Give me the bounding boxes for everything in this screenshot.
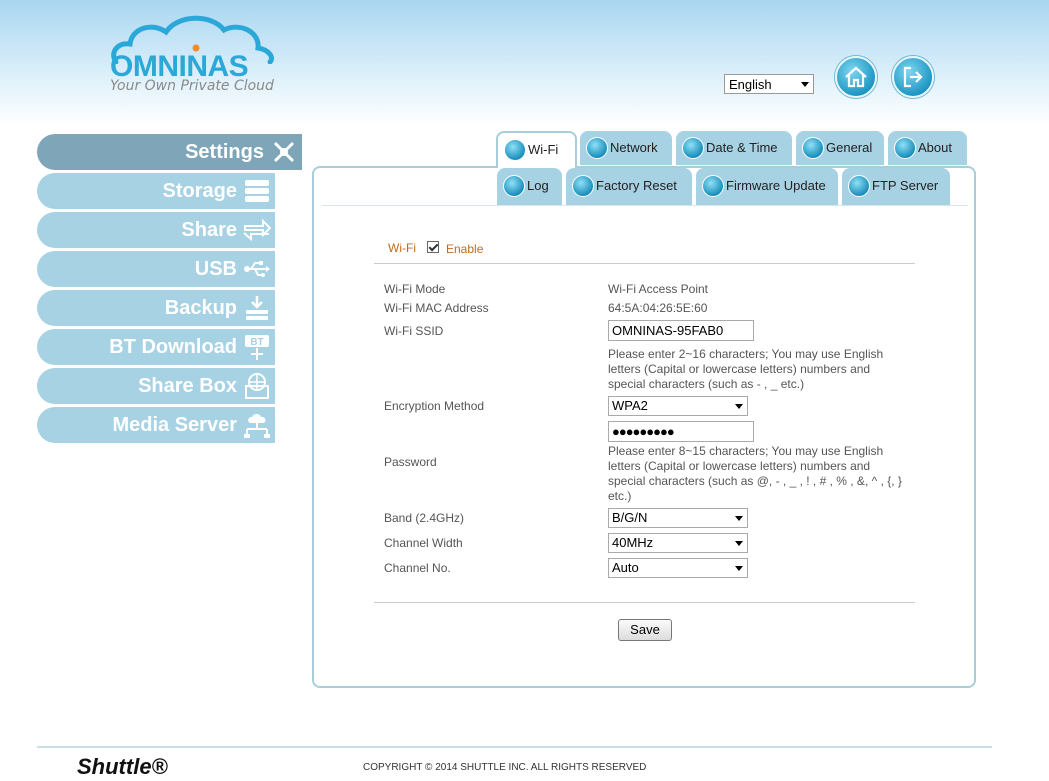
info-icon [894, 137, 916, 159]
usb-icon [244, 261, 270, 277]
tab-divider [322, 205, 968, 206]
share-box-icon [245, 373, 269, 399]
sidebar-item-label: BT Download [109, 336, 237, 358]
ssid-hint: Please enter 2~16 characters; You may us… [608, 347, 884, 391]
tab-label: Log [527, 178, 549, 193]
ftp-icon [848, 175, 870, 197]
wifi-mac-value: 64:5A:04:26:5E:60 [608, 301, 708, 315]
logout-button[interactable] [892, 56, 934, 98]
copyright-text: COPYRIGHT © 2014 SHUTTLE INC. ALL RIGHTS… [363, 762, 647, 773]
logout-icon [903, 66, 923, 88]
tab-ftp-server[interactable]: FTP Server [842, 168, 950, 205]
channel-no-label: Channel No. [384, 561, 451, 575]
channel-no-select[interactable]: Auto [608, 558, 748, 578]
wifi-mode-value: Wi-Fi Access Point [608, 282, 709, 296]
tab-label: FTP Server [872, 178, 939, 193]
brand-tagline: Your Own Private Cloud [110, 78, 274, 94]
tab-about[interactable]: About [888, 131, 967, 165]
omninas-logo: OMNINAS Your Own Private Cloud [108, 14, 278, 100]
chevron-down-icon [735, 541, 743, 546]
media-server-icon [244, 414, 270, 438]
sidebar-item-label: Settings [185, 141, 264, 163]
svg-text:BT: BT [250, 337, 263, 348]
storage-icon [245, 180, 269, 202]
channel-width-select[interactable]: 40MHz [608, 533, 748, 553]
sidebar-item-share[interactable]: Share [37, 212, 275, 248]
tab-label: Firmware Update [726, 178, 826, 193]
sidebar-item-media-server[interactable]: Media Server [37, 407, 275, 443]
tab-label: General [826, 140, 873, 155]
save-button[interactable]: Save [618, 619, 672, 641]
chevron-down-icon [735, 404, 743, 409]
home-icon [845, 66, 867, 88]
encryption-value: WPA2 [612, 398, 648, 413]
tab-label: Network [610, 140, 658, 155]
sidebar-item-share-box[interactable]: Share Box [37, 368, 275, 404]
wifi-mode-label: Wi-Fi Mode [384, 282, 446, 296]
backup-icon [246, 296, 268, 320]
sidebar-item-label: Media Server [112, 414, 237, 436]
band-value: B/G/N [612, 510, 648, 525]
language-select[interactable]: English [724, 74, 814, 94]
tab-label: Date & Time [706, 140, 778, 155]
section-title: Wi-Fi [388, 241, 416, 255]
sidebar-item-label: Share [181, 219, 237, 241]
channel-no-value: Auto [612, 560, 639, 575]
gears-icon [802, 137, 824, 159]
tab-log[interactable]: Log [497, 168, 562, 205]
band-label: Band (2.4GHz) [384, 511, 465, 525]
tab-label: About [918, 140, 952, 155]
clock-icon [682, 137, 704, 159]
enable-label: Enable [446, 242, 484, 256]
wifi-ssid-input[interactable]: OMNINAS-95FAB0 [608, 320, 754, 341]
sidebar-item-storage[interactable]: Storage [37, 173, 275, 209]
update-icon [702, 175, 724, 197]
reset-icon [572, 175, 594, 197]
section-divider [374, 263, 915, 264]
encryption-label: Encryption Method [384, 399, 485, 413]
log-icon [503, 175, 525, 197]
sidebar-item-usb[interactable]: USB [37, 251, 275, 287]
sidebar-item-label: Storage [162, 180, 237, 202]
chevron-down-icon [735, 566, 743, 571]
tab-general[interactable]: General [796, 131, 884, 165]
network-icon [586, 137, 608, 159]
tab-date-time[interactable]: Date & Time [676, 131, 792, 165]
shuttle-logo: Shuttle® [77, 754, 168, 779]
wifi-icon [504, 139, 526, 161]
sidebar-item-label: Share Box [138, 375, 237, 397]
sidebar-item-backup[interactable]: Backup [37, 290, 275, 326]
password-label: Password [384, 455, 437, 469]
tab-wifi[interactable]: Wi-Fi [496, 131, 577, 168]
tab-factory-reset[interactable]: Factory Reset [566, 168, 692, 205]
wifi-mac-label: Wi-Fi MAC Address [384, 301, 489, 315]
sidebar-item-label: Backup [164, 297, 237, 319]
chevron-down-icon [735, 516, 743, 521]
chevron-down-icon [801, 82, 809, 87]
home-button[interactable] [835, 56, 877, 98]
tab-label: Wi-Fi [528, 142, 559, 157]
form-divider [374, 602, 915, 603]
settings-icon [273, 141, 295, 163]
tab-firmware-update[interactable]: Firmware Update [696, 168, 838, 205]
share-icon [243, 218, 271, 242]
language-value: English [729, 77, 772, 92]
sidebar-item-settings[interactable]: Settings [37, 134, 302, 170]
footer-divider [37, 746, 992, 748]
bt-download-icon: BT [245, 335, 269, 360]
password-input[interactable]: ●●●●●●●●● [608, 421, 754, 442]
encryption-select[interactable]: WPA2 [608, 396, 748, 416]
channel-width-value: 40MHz [612, 535, 654, 550]
wifi-ssid-label: Wi-Fi SSID [384, 324, 444, 338]
sidebar-item-bt-download[interactable]: BT Download BT [37, 329, 275, 365]
band-select[interactable]: B/G/N [608, 508, 748, 528]
enable-checkbox[interactable] [427, 241, 439, 253]
sidebar-item-label: USB [194, 258, 237, 280]
sidebar: Settings Storage Share USB Backup BT Dow… [37, 134, 302, 446]
channel-width-label: Channel Width [384, 536, 463, 550]
password-hint: Please enter 8~15 characters; You may us… [608, 444, 902, 503]
tab-label: Factory Reset [596, 178, 677, 193]
tab-network[interactable]: Network [580, 131, 672, 165]
